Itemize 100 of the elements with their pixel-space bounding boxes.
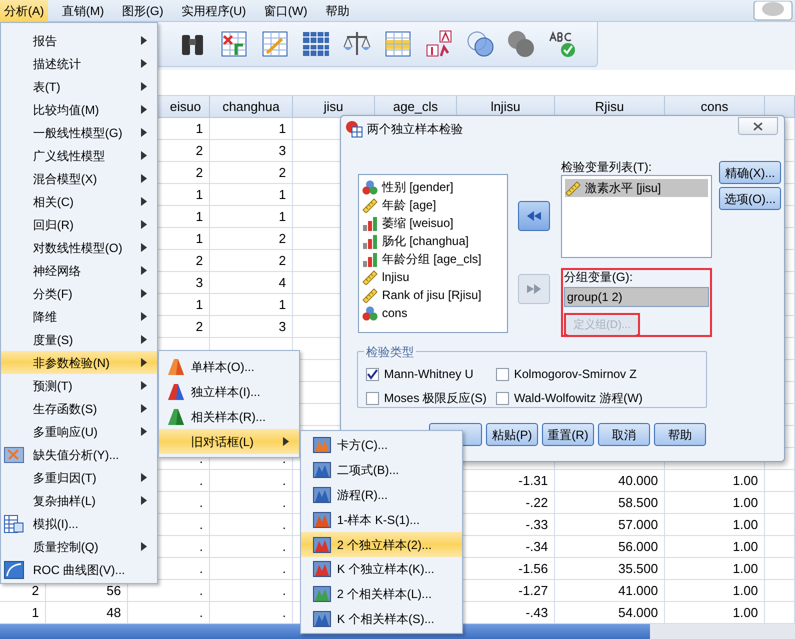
dialog-button[interactable]: 精确(X)... — [719, 161, 781, 184]
variable-item[interactable]: lnjisu — [362, 268, 507, 286]
field-label: 分组变量(G): — [564, 271, 634, 284]
circles-icon[interactable] — [506, 29, 536, 59]
submenu-arrow-icon — [141, 289, 147, 298]
menu-item[interactable]: 非参数检验(N) — [1, 351, 157, 374]
checkbox[interactable] — [496, 368, 509, 380]
chart-icon — [313, 586, 331, 602]
dialog-button[interactable]: 帮助 — [654, 423, 706, 446]
circles-icon[interactable] — [465, 29, 495, 59]
menu-item[interactable]: 旧对话框(L) — [159, 429, 299, 454]
submenu-arrow-icon — [141, 59, 147, 68]
submenu-arrow-icon — [141, 473, 147, 482]
close-icon — [753, 122, 763, 130]
curve-chart-icon — [4, 560, 24, 578]
menu-item[interactable]: 独立样本(I)... — [159, 379, 299, 404]
grid-arrow-icon[interactable] — [219, 29, 249, 59]
group-legend: 检验类型 — [364, 343, 416, 361]
chart-icon — [313, 437, 331, 454]
spell-check-icon[interactable] — [547, 29, 577, 59]
submenu-arrow-icon — [141, 128, 147, 137]
menu-item[interactable]: 单样本(O)... — [159, 354, 299, 379]
variable-item[interactable]: cons — [362, 304, 507, 322]
arrow-icon — [526, 283, 542, 295]
grid-icon — [4, 446, 24, 462]
dialog-button[interactable]: 取消 — [598, 423, 650, 446]
grid-highlight-icon[interactable] — [383, 29, 413, 59]
menu-item[interactable]: 预测(T) — [1, 374, 157, 397]
variable-item[interactable]: 激素水平 [jisu] — [565, 179, 708, 197]
table-icon — [4, 514, 24, 532]
variable-item[interactable]: 萎缩 [weisuo] — [362, 214, 507, 232]
bar-chart-icon — [362, 252, 378, 266]
submenu-arrow-icon — [141, 82, 147, 91]
variable-item[interactable]: 肠化 [changhua] — [362, 232, 507, 250]
grid-chart-icon[interactable] — [260, 29, 290, 59]
menu-item[interactable]: 2 个独立样本(2)... — [301, 532, 462, 557]
menu-item[interactable]: 卡方(C)... — [301, 433, 462, 458]
menu-item[interactable]: 生存函数(S) — [1, 397, 157, 420]
checkbox[interactable] — [366, 392, 379, 404]
table-icon[interactable] — [301, 29, 331, 59]
dialog-button[interactable]: 重置(R) — [542, 423, 594, 446]
submenu-arrow-icon — [141, 496, 147, 505]
submenu-arrow-icon — [141, 151, 147, 160]
grouping-field[interactable]: group(1 2) — [564, 287, 709, 307]
checkbox-label: Mann-Whitney U — [384, 366, 474, 383]
menu-title[interactable]: 图形(G) — [118, 0, 168, 22]
variable-item[interactable]: 性别 [gender] — [362, 178, 507, 196]
field-label: 检验变量列表(T): — [561, 161, 653, 174]
dialog-button[interactable]: 粘贴(P) — [486, 423, 538, 446]
submenu-arrow-icon — [141, 427, 147, 436]
menu-title[interactable]: 分析(A) — [0, 0, 48, 22]
submenu-arrow-icon — [141, 381, 147, 390]
submenu-arrow-icon — [141, 220, 147, 229]
variable-item[interactable]: 年龄 [age] — [362, 196, 507, 214]
chart-icon — [313, 462, 331, 478]
chart-icon — [313, 536, 331, 553]
variable-list[interactable]: 性别 [gender] 年龄 [age] 萎缩 [weisuo] 肠化 [changhua] 年龄分组 [age_cls] lnjisu Rank of jisu [Rjisu] cons — [358, 174, 508, 333]
ruler-icon — [565, 180, 581, 196]
dialog-button[interactable]: 选项(O)... — [719, 187, 781, 210]
bar-chart-icon — [362, 234, 378, 248]
menu-title[interactable]: 窗口(W) — [260, 0, 312, 22]
chart-icon — [313, 486, 331, 503]
chart-icon — [313, 561, 331, 578]
checkbox-label: Kolmogorov-Smirnov Z — [514, 366, 637, 383]
menu-item[interactable]: 描述统计 — [1, 52, 157, 75]
menu-item[interactable]: 多重响应(U) — [1, 420, 157, 443]
nominal-icon — [362, 180, 378, 194]
menu-item[interactable]: 报告 — [1, 29, 157, 52]
checkbox[interactable] — [366, 368, 379, 380]
variable-item[interactable]: 年龄分组 [age_cls] — [362, 250, 507, 268]
submenu-arrow-icon — [141, 542, 147, 551]
variable-item[interactable]: Rank of jisu [Rjisu] — [362, 286, 507, 304]
checkbox[interactable] — [496, 392, 509, 404]
arrow-icon — [526, 210, 542, 222]
checkbox-label: Wald-Wolfowitz 游程(W) — [514, 390, 643, 407]
peak-icon — [167, 408, 185, 425]
test-variable-list[interactable]: 激素水平 [jisu] — [561, 175, 712, 258]
menu-item[interactable]: 相关样本(R)... — [159, 404, 299, 429]
submenu-arrow-icon — [141, 174, 147, 183]
window-icon — [753, 0, 793, 20]
check-icon — [367, 368, 378, 380]
chart-icon — [313, 610, 331, 627]
menu-item[interactable]: 表(T) — [1, 75, 157, 98]
submenu-arrow-icon — [141, 243, 147, 252]
menu-title[interactable]: 直销(M) — [58, 0, 108, 22]
label-swap-icon[interactable] — [424, 29, 454, 59]
dialog-title: 两个独立样本检验 — [367, 121, 463, 138]
menu-title[interactable]: 帮助 — [321, 0, 354, 22]
nominal-icon — [362, 306, 378, 320]
peak-icon — [167, 383, 185, 400]
dialog-app-icon — [345, 120, 363, 138]
submenu-arrow-icon — [141, 358, 147, 367]
move-button[interactable] — [518, 201, 550, 231]
ruler-icon — [362, 288, 378, 302]
close-button[interactable] — [738, 117, 778, 135]
ruler-icon — [362, 198, 378, 212]
menu-title[interactable]: 实用程序(U) — [177, 0, 250, 22]
ruler-icon — [362, 270, 378, 284]
submenu-arrow-icon — [141, 197, 147, 206]
chart-icon — [313, 512, 331, 528]
